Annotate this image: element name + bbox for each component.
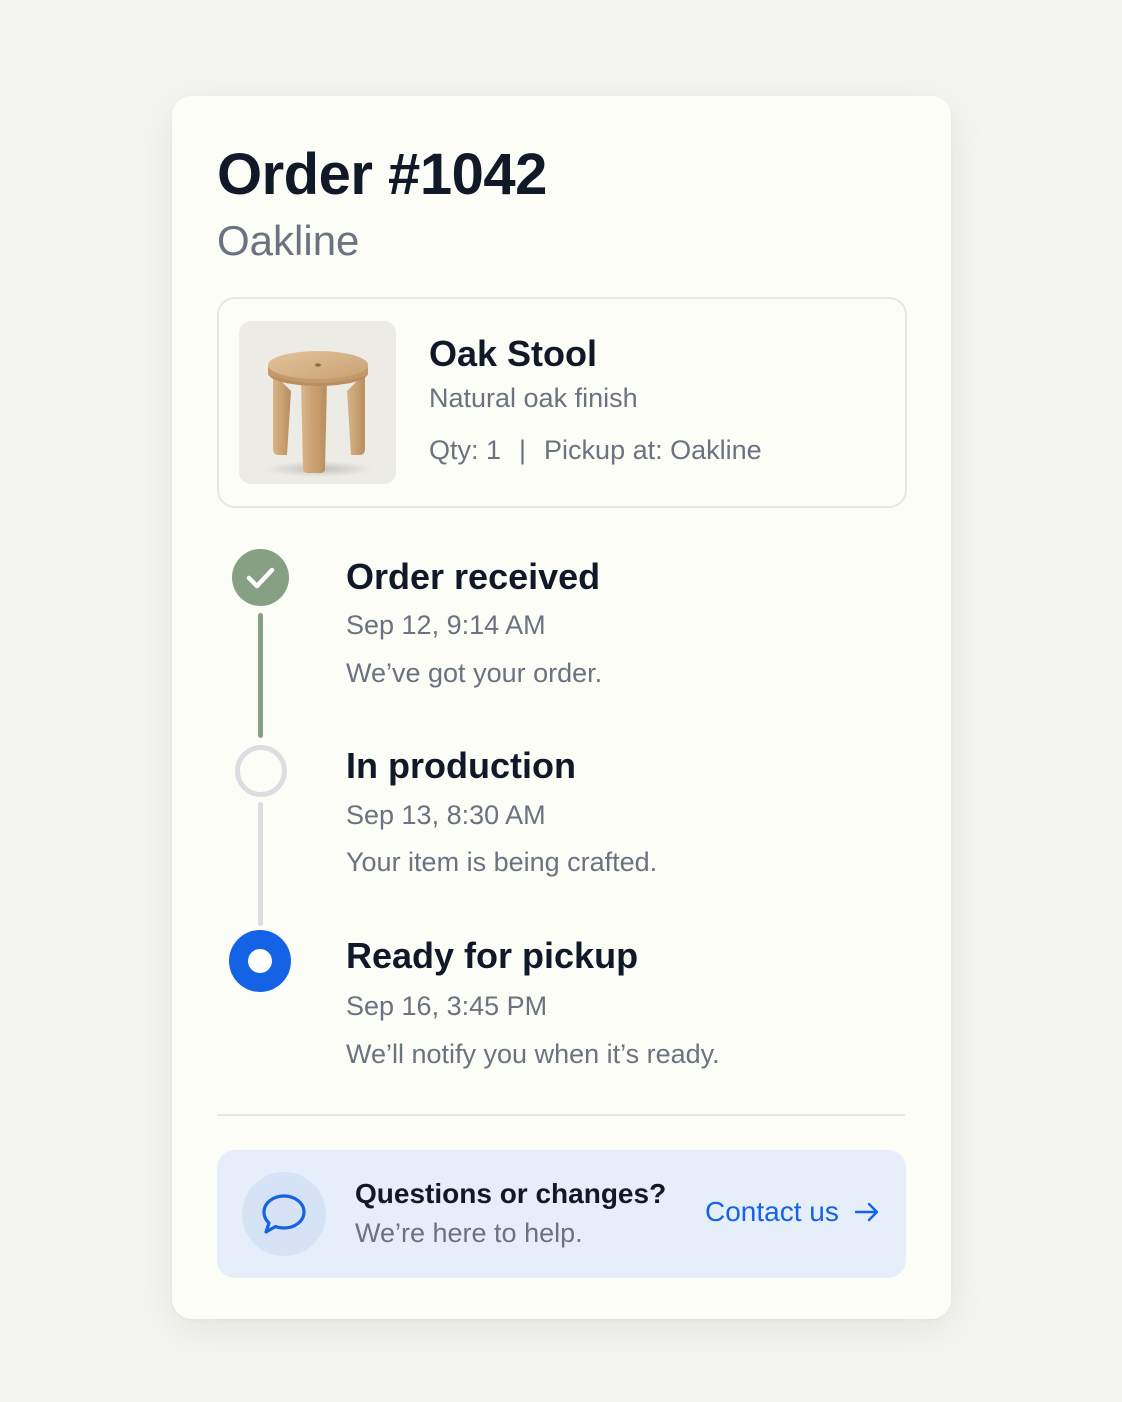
- pickup-location: Pickup at: Oakline: [544, 435, 762, 465]
- store-name: Oakline: [217, 217, 360, 264]
- arrow-right-icon: [853, 1198, 881, 1226]
- product-quantity: Qty: 1: [429, 435, 502, 465]
- order-status-card: Order #1042 Oakline Oak Stool Natural oa…: [172, 96, 951, 1319]
- step-title-ready-for-pickup: Ready for pickup: [346, 935, 639, 976]
- meta-separator: |: [519, 435, 527, 465]
- step-desc-ready-for-pickup: We’ll notify you when it’s ready.: [346, 1039, 720, 1069]
- section-divider: [217, 1114, 905, 1116]
- oak-stool-illustration: [265, 351, 373, 477]
- check-circle-icon: [232, 549, 289, 606]
- pending-circle-icon: [235, 745, 287, 797]
- product-meta: Qty: 1 | Pickup at: Oakline: [429, 435, 762, 466]
- timeline-connector-pending: [258, 802, 263, 926]
- chat-bubble-icon: [242, 1172, 326, 1256]
- help-title: Questions or changes?: [355, 1178, 667, 1209]
- step-time-in-production: Sep 13, 8:30 AM: [346, 800, 546, 830]
- product-image: [239, 321, 396, 484]
- step-desc-order-received: We’ve got your order.: [346, 658, 603, 688]
- step-time-order-received: Sep 12, 9:14 AM: [346, 610, 546, 640]
- contact-us-link[interactable]: Contact us: [705, 1196, 881, 1228]
- step-title-in-production: In production: [346, 745, 576, 786]
- help-subtitle: We’re here to help.: [355, 1218, 583, 1248]
- contact-us-label: Contact us: [705, 1196, 839, 1227]
- timeline-connector-completed: [258, 613, 263, 738]
- step-desc-in-production: Your item is being crafted.: [346, 847, 658, 877]
- step-title-order-received: Order received: [346, 556, 601, 597]
- current-step-icon: [229, 930, 291, 992]
- order-title: Order #1042: [217, 142, 547, 207]
- product-summary: Oak Stool Natural oak finish Qty: 1 | Pick…: [217, 297, 907, 508]
- step-time-ready-for-pickup: Sep 16, 3:45 PM: [346, 991, 548, 1021]
- product-finish: Natural oak finish: [429, 383, 638, 413]
- help-banner: Questions or changes? We’re here to help…: [217, 1150, 906, 1278]
- product-name: Oak Stool: [429, 333, 598, 374]
